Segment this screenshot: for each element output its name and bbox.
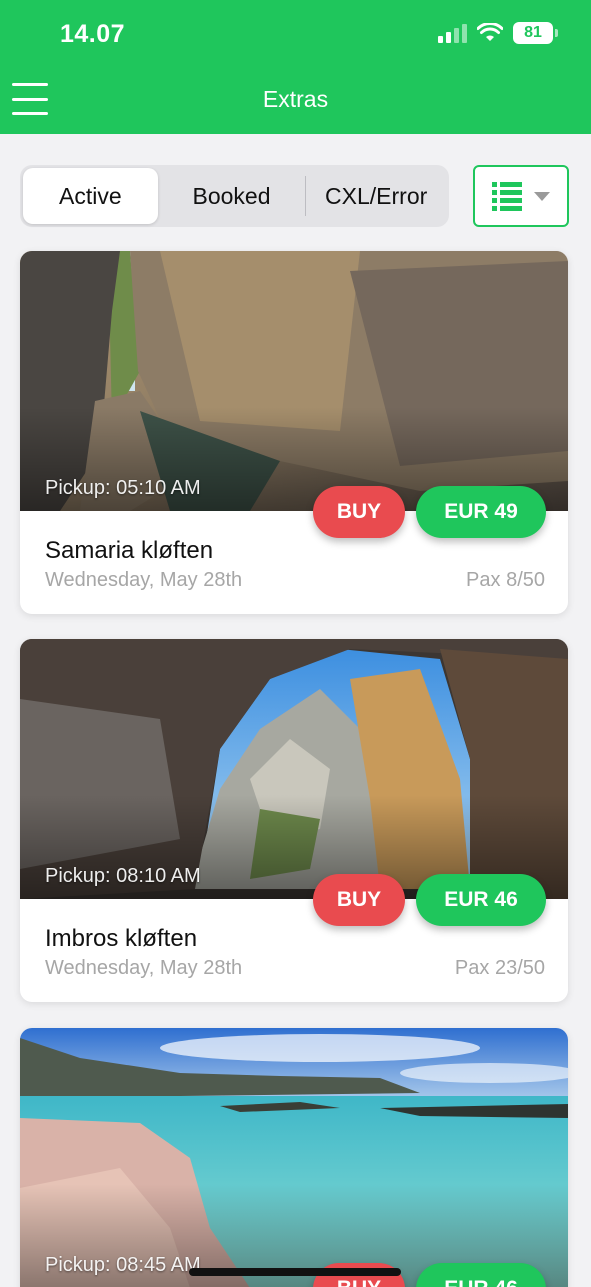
status-time: 14.07: [60, 20, 126, 48]
tab-cxl-error[interactable]: CXL/Error: [306, 168, 446, 224]
price-button[interactable]: EUR 46: [416, 874, 546, 926]
excursion-card[interactable]: Pickup: 08:45 AM BUY EUR 46: [20, 1028, 568, 1287]
home-indicator: [189, 1268, 401, 1276]
excursion-image: [20, 251, 568, 511]
pickup-time: Pickup: 08:10 AM: [45, 865, 201, 887]
excursion-card[interactable]: Pickup: 05:10 AM BUY EUR 49 Samaria kløf…: [20, 251, 568, 614]
excursion-card[interactable]: Pickup: 08:10 AM BUY EUR 46 Imbros kløft…: [20, 639, 568, 1002]
tab-booked[interactable]: Booked: [158, 168, 306, 224]
tab-active[interactable]: Active: [23, 168, 158, 224]
buy-button[interactable]: BUY: [313, 874, 405, 926]
excursion-image: [20, 639, 568, 899]
excursion-image: [20, 1028, 568, 1287]
excursion-pax: Pax 8/50: [466, 569, 545, 591]
view-toggle-button[interactable]: [473, 165, 569, 227]
wifi-icon: [477, 23, 503, 41]
price-button[interactable]: EUR 46: [416, 1263, 546, 1287]
excursion-date: Wednesday, May 28th: [45, 957, 243, 979]
excursion-title: Samaria kløften: [45, 537, 214, 564]
battery-icon: 81: [513, 22, 558, 44]
status-tabs: Active Booked CXL/Error: [20, 165, 449, 227]
pickup-time: Pickup: 05:10 AM: [45, 477, 201, 499]
price-button[interactable]: EUR 49: [416, 486, 546, 538]
pickup-time: Pickup: 08:45 AM: [45, 1254, 201, 1276]
excursion-pax: Pax 23/50: [454, 957, 545, 979]
page-title: Extras: [262, 86, 329, 112]
caret-down-icon: [534, 191, 550, 201]
status-icons: 81: [438, 22, 558, 44]
list-view-icon: [492, 181, 522, 211]
signal-icon: [438, 23, 467, 43]
excursion-date: Wednesday, May 28th: [45, 569, 243, 591]
app-header: 14.07 81 Extras: [0, 0, 591, 134]
buy-button[interactable]: BUY: [313, 486, 405, 538]
excursion-title: Imbros kløften: [45, 925, 198, 952]
